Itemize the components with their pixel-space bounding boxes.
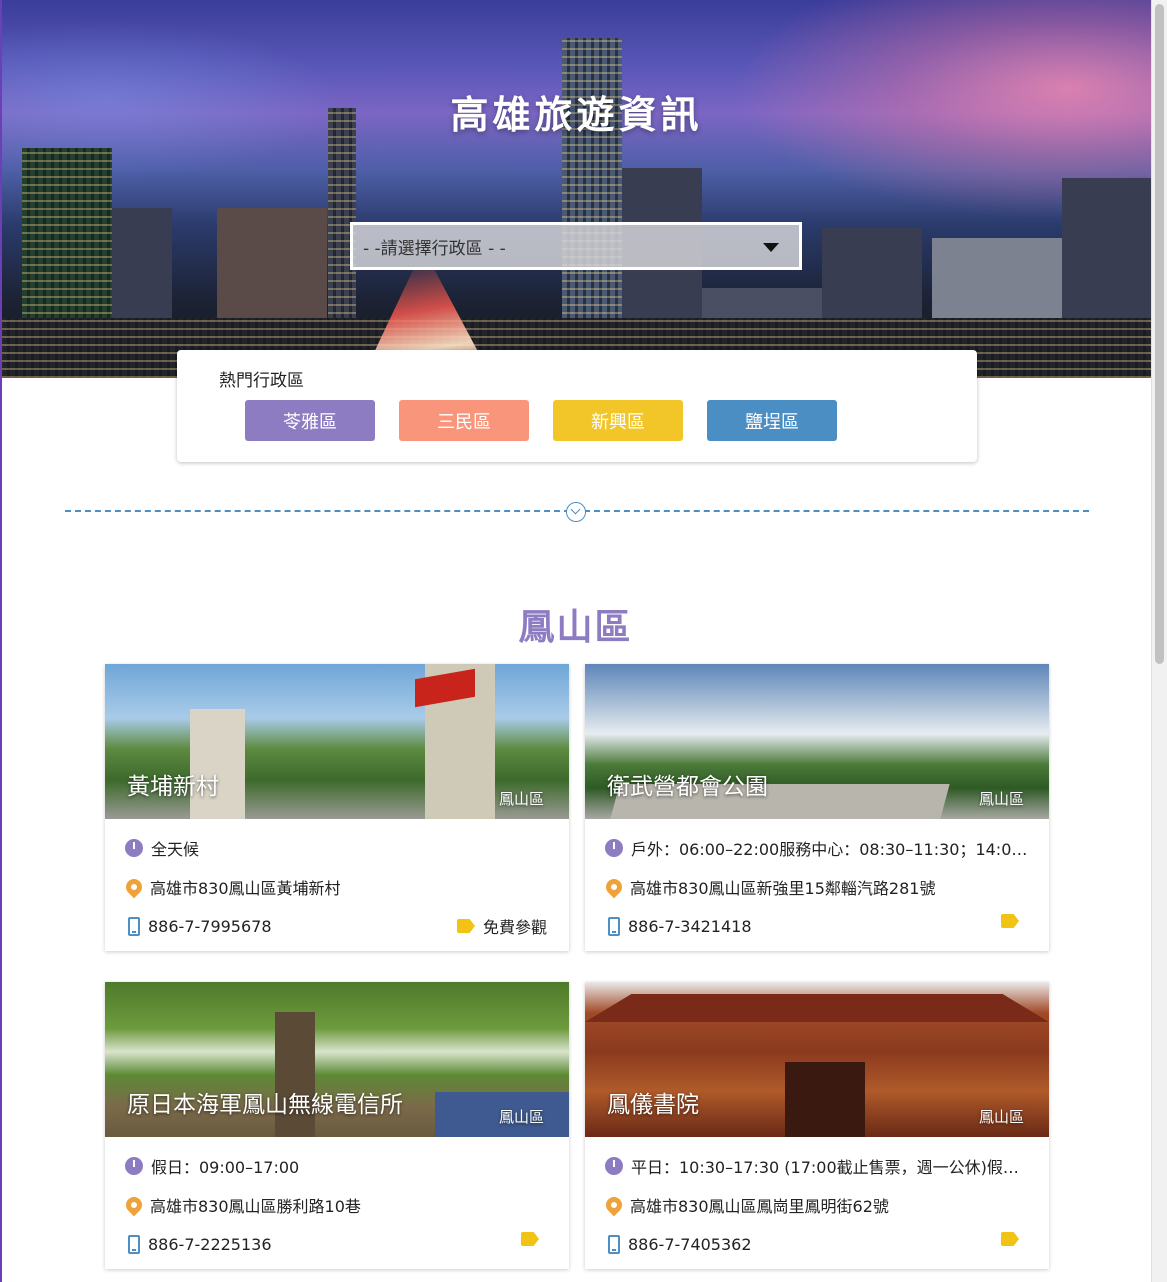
- district-button-lingya[interactable]: 苓雅區: [245, 400, 375, 441]
- attraction-zone: 鳳山區: [978, 790, 1024, 808]
- map-pin-icon: [602, 875, 626, 899]
- attraction-photo: 黃埔新村 鳳山區: [105, 664, 569, 819]
- hours-row: 戶外：06:00–22:00服務中心：08:30–11:30；14:00–1…: [605, 837, 1029, 859]
- hours-row: 全天候: [125, 837, 549, 859]
- address-row: 高雄市830鳳山區黃埔新村: [122, 875, 549, 899]
- attraction-photo: 原日本海軍鳳山無線電信所 鳳山區: [105, 982, 569, 1137]
- address-row: 高雄市830鳳山區勝利路10巷: [122, 1193, 549, 1217]
- opening-hours: 平日：10:30–17:30 (17:00截止售票，週一公休)假日…: [631, 1158, 1029, 1177]
- district-button-yancheng[interactable]: 鹽埕區: [707, 400, 837, 441]
- phone-number: 886-7-7405362: [628, 1234, 752, 1254]
- ticket-info: 免費參觀: [456, 914, 547, 938]
- page-title: 高雄旅遊資訊: [450, 93, 703, 137]
- attraction-photo: 衛武營都會公園 鳳山區: [585, 664, 1049, 819]
- attraction-name: 原日本海軍鳳山無線電信所: [127, 1092, 403, 1118]
- attraction-name: 黃埔新村: [127, 774, 219, 800]
- address-row: 高雄市830鳳山區鳳崗里鳳明街62號: [602, 1193, 1029, 1217]
- opening-hours: 假日：09:00–17:00: [151, 1158, 300, 1177]
- attraction-name: 衛武營都會公園: [607, 774, 768, 800]
- clock-icon: [605, 1157, 623, 1175]
- tag-icon: [521, 1232, 539, 1246]
- gate-pillar: [190, 709, 245, 819]
- attraction-zone: 鳳山區: [498, 1108, 544, 1126]
- attraction-zone: 鳳山區: [498, 790, 544, 808]
- phone-icon: [128, 1234, 140, 1254]
- tag-icon: [1001, 1232, 1019, 1246]
- map-pin-icon: [122, 1193, 146, 1217]
- tag-icon: [456, 919, 475, 933]
- map-pin-icon: [122, 875, 146, 899]
- ticket-info: [1001, 914, 1027, 928]
- hours-row: 平日：10:30–17:30 (17:00截止售票，週一公休)假日…: [605, 1155, 1029, 1177]
- address: 高雄市830鳳山區鳳崗里鳳明街62號: [630, 1197, 889, 1216]
- address: 高雄市830鳳山區勝利路10巷: [150, 1197, 361, 1216]
- temple-roof: [585, 994, 1049, 1022]
- district-button-sanmin[interactable]: 三民區: [399, 400, 529, 441]
- page-scrollbar[interactable]: [1151, 0, 1167, 1282]
- attraction-card[interactable]: 原日本海軍鳳山無線電信所 鳳山區 假日：09:00–17:00 高雄市830鳳山…: [105, 982, 569, 1269]
- attraction-photo: 鳳儀書院 鳳山區: [585, 982, 1049, 1137]
- opening-hours: 戶外：06:00–22:00服務中心：08:30–11:30；14:00–1…: [631, 840, 1029, 859]
- temple-doorway: [785, 1062, 865, 1137]
- opening-hours: 全天候: [151, 840, 200, 859]
- popular-districts-title: 熱門行政區: [219, 371, 304, 391]
- attraction-card[interactable]: 衛武營都會公園 鳳山區 戶外：06:00–22:00服務中心：08:30–11:…: [585, 664, 1049, 951]
- clock-icon: [605, 839, 623, 857]
- popular-districts-panel: 熱門行政區 苓雅區 三民區 新興區 鹽埕區: [177, 350, 977, 462]
- phone-icon: [128, 916, 140, 936]
- address: 高雄市830鳳山區新強里15鄰輜汽路281號: [630, 879, 936, 898]
- phone-number: 886-7-2225136: [148, 1234, 272, 1254]
- phone-icon: [608, 916, 620, 936]
- address: 高雄市830鳳山區黃埔新村: [150, 879, 341, 898]
- ticket-info: [521, 1232, 547, 1246]
- scrollbar-thumb[interactable]: [1155, 4, 1164, 664]
- chevron-down-icon[interactable]: [566, 502, 586, 522]
- hours-row: 假日：09:00–17:00: [125, 1155, 549, 1177]
- attraction-card[interactable]: 鳳儀書院 鳳山區 平日：10:30–17:30 (17:00截止售票，週一公休)…: [585, 982, 1049, 1269]
- district-button-xinxing[interactable]: 新興區: [553, 400, 683, 441]
- ticket-info: [1001, 1232, 1027, 1246]
- caret-down-icon: [763, 243, 779, 252]
- attraction-name: 鳳儀書院: [607, 1092, 699, 1118]
- phone-row: 886-7-3421418: [605, 915, 1029, 937]
- phone-number: 886-7-3421418: [628, 916, 752, 936]
- clock-icon: [125, 839, 143, 857]
- tag-icon: [1001, 914, 1019, 928]
- address-row: 高雄市830鳳山區新強里15鄰輜汽路281號: [602, 875, 1029, 899]
- map-pin-icon: [602, 1193, 626, 1217]
- phone-row: 886-7-7405362: [605, 1233, 1029, 1255]
- attraction-zone: 鳳山區: [978, 1108, 1024, 1126]
- clock-icon: [125, 1157, 143, 1175]
- phone-number: 886-7-7995678: [148, 916, 272, 936]
- hero-banner: 高雄旅遊資訊: [2, 0, 1151, 378]
- ticket-text: 免費參觀: [482, 918, 547, 937]
- phone-row: 886-7-2225136: [125, 1233, 549, 1255]
- phone-icon: [608, 1234, 620, 1254]
- attraction-card[interactable]: 黃埔新村 鳳山區 全天候 高雄市830鳳山區黃埔新村 886-7-7995678…: [105, 664, 569, 951]
- district-heading: 鳳山區: [518, 607, 633, 648]
- district-select[interactable]: - -請選擇行政區 - -: [350, 222, 802, 270]
- district-select-value: - -請選擇行政區 - -: [363, 238, 506, 259]
